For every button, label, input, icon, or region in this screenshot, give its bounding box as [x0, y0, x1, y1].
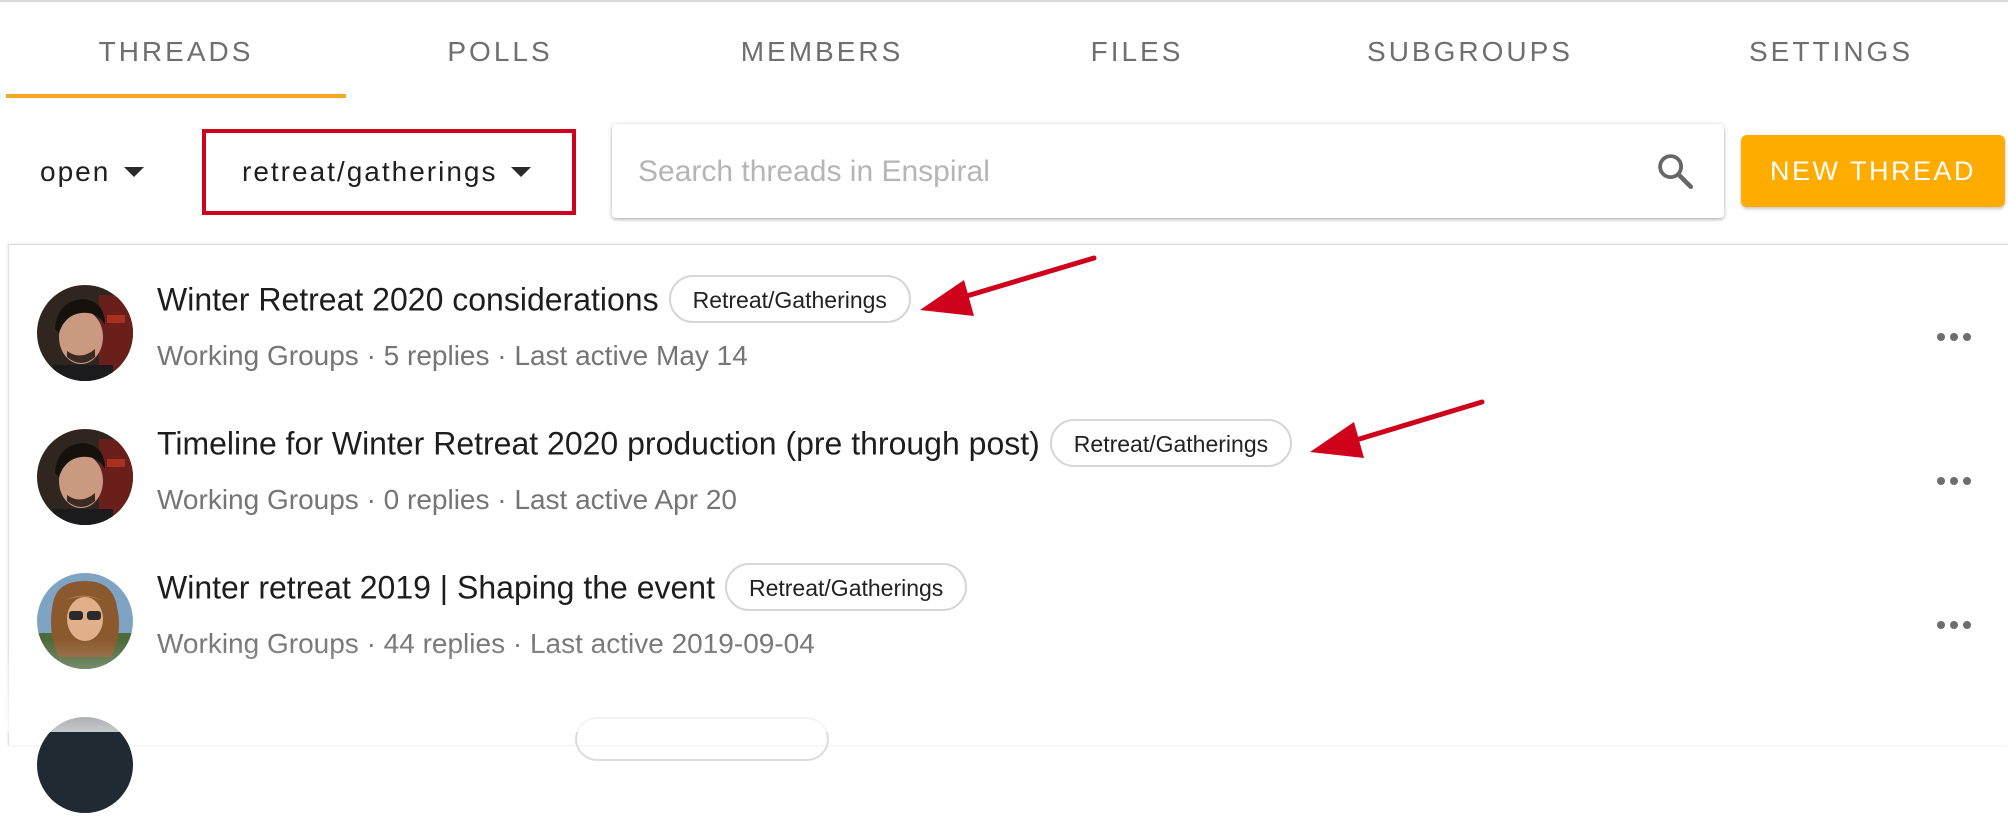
thread-title[interactable]: Winter retreat 2019 | Shaping the event	[157, 569, 715, 605]
thread-row[interactable]: Timeline for Winter Retreat 2020 product…	[9, 389, 2008, 533]
thread-tag[interactable]: Retreat/Gatherings	[1049, 419, 1293, 467]
thread-tag[interactable]: Retreat/Gatherings	[724, 563, 968, 611]
tab-files[interactable]: FILES	[990, 2, 1284, 100]
thread-tag[interactable]: Retreat/Gatherings	[668, 275, 911, 323]
search-icon[interactable]	[1654, 150, 1696, 192]
avatar	[37, 717, 133, 813]
thread-meta: Working Groups · 5 replies · Last active…	[157, 340, 748, 371]
tab-threads[interactable]: THREADS	[6, 2, 346, 100]
tab-members[interactable]: MEMBERS	[654, 2, 990, 100]
thread-meta: Working Groups · 44 replies · Last activ…	[157, 628, 815, 659]
status-filter-dropdown[interactable]: open	[40, 140, 145, 204]
status-filter-label: open	[40, 156, 111, 187]
thread-list: Winter Retreat 2020 considerations Retrea…	[8, 244, 2008, 813]
tab-subgroups[interactable]: SUBGROUPS	[1284, 2, 1656, 100]
thread-meta: Working Groups · 0 replies · Last active…	[157, 484, 737, 515]
avatar	[37, 573, 133, 669]
caret-down-icon	[511, 166, 532, 177]
more-horiz-icon[interactable]	[1937, 621, 1971, 631]
active-tab-indicator	[6, 94, 346, 98]
tab-polls[interactable]: POLLS	[346, 2, 654, 100]
thread-title[interactable]: Timeline for Winter Retreat 2020 product…	[157, 425, 1040, 461]
tag-filter-dropdown[interactable]: retreat/gatherings	[242, 140, 532, 204]
avatar	[37, 429, 133, 525]
group-tabs: THREADS POLLS MEMBERS FILES SUBGROUPS SE…	[6, 2, 2008, 100]
thread-title[interactable]: Winter Retreat 2020 considerations	[157, 281, 659, 317]
thread-tag	[575, 717, 829, 761]
thread-title-line: Winter retreat 2019 | Shaping the event R…	[157, 563, 968, 611]
thread-row[interactable]: Winter retreat 2019 | Shaping the event R…	[9, 533, 2008, 677]
thread-title-line: Winter Retreat 2020 considerations Retrea…	[157, 275, 911, 323]
thread-row[interactable]: Winter Retreat 2020 considerations Retrea…	[9, 245, 2008, 389]
tab-settings[interactable]: SETTINGS	[1656, 2, 2006, 100]
search-input[interactable]	[636, 142, 1620, 202]
more-horiz-icon[interactable]	[1937, 477, 1971, 487]
tag-filter-label: retreat/gatherings	[242, 156, 498, 187]
thread-row[interactable]	[9, 677, 2008, 821]
avatar	[37, 285, 133, 381]
caret-down-icon	[124, 166, 145, 177]
search-box	[612, 124, 1724, 218]
new-thread-button[interactable]: NEW THREAD	[1741, 135, 2005, 207]
more-horiz-icon[interactable]	[1937, 333, 1971, 343]
thread-title-line: Timeline for Winter Retreat 2020 product…	[157, 419, 1293, 467]
